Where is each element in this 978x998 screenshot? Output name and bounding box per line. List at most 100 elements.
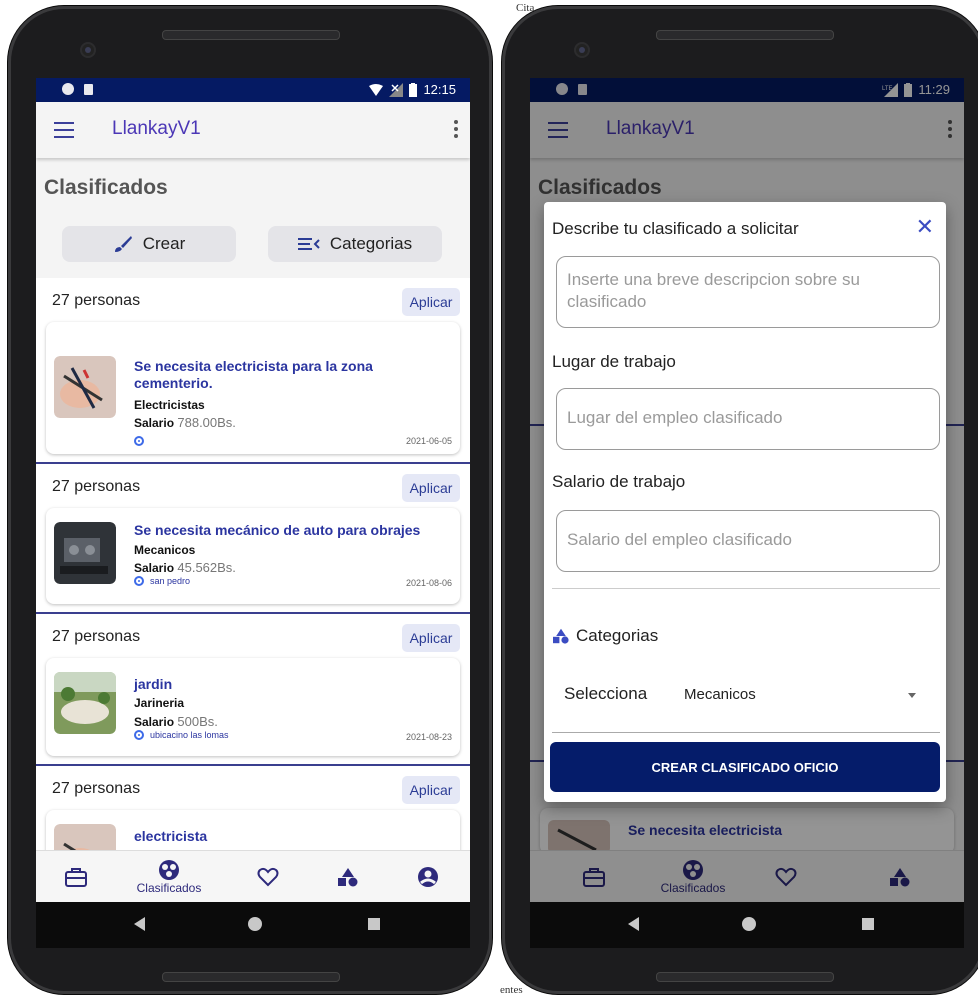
document-fragment-bottom: entes [500,984,523,996]
phone-right: LTE 11:29 LlankayV1 Clasificados Se nece… [502,6,978,994]
listing-image [54,522,116,584]
location-icon [134,436,144,446]
create-button[interactable]: Crear [62,226,236,262]
menu-icon[interactable] [54,122,74,138]
close-icon[interactable]: ✕ [916,214,934,240]
recent-apps-icon[interactable] [862,918,874,930]
notification-dot-icon [62,83,74,95]
listing-title: Se necesita mecánico de auto para obraje… [134,522,421,538]
listing-category: Electricistas [134,398,205,412]
phone-screen: LTE 11:29 LlankayV1 Clasificados Se nece… [530,78,964,902]
create-classified-dialog: Describe tu clasificado a solicitar ✕ In… [544,202,946,802]
nav-clasificados[interactable]: Clasificados [124,851,214,902]
people-count: 27 personas [52,780,141,797]
list-item: 27 personas Aplicar Se necesita mecánico… [36,464,470,614]
select-underline [552,732,940,733]
brush-icon [114,236,132,252]
nav-favorites[interactable] [248,851,288,902]
apply-button[interactable]: Aplicar [402,624,460,652]
location-text: san pedro [150,576,191,586]
listing-salary: Salario 788.00Bs. [134,415,236,430]
home-icon[interactable] [742,917,756,931]
categories-button[interactable]: Categorias [268,226,442,262]
listing-card[interactable]: jardin Jarineria Salario 500Bs. ubicacin… [46,658,460,756]
location-text: ubicacino las lomas [150,730,229,740]
people-count: 27 personas [52,628,141,645]
listing-card[interactable]: Se necesita mecánico de auto para obraje… [46,508,460,604]
shapes-icon [338,868,358,887]
system-navigation-bar [530,902,964,948]
categories-heading: Categorias [552,626,658,646]
account-circle-icon [418,867,438,887]
front-camera [574,42,590,58]
phone-screen: 12:15 LlankayV1 Clasificados Crear Categ… [36,78,470,902]
location-icon [134,730,144,740]
salary-label: Salario [134,416,175,430]
nav-jobs[interactable] [56,851,96,902]
create-button-label: Crear [142,234,186,253]
listing-category: Mecanicos [134,543,196,557]
bottom-navigation: Clasificados [36,850,470,902]
apply-button[interactable]: Aplicar [402,776,460,804]
wifi-icon [369,83,384,96]
more-options-icon[interactable] [454,120,458,141]
listing-salary: Salario 500Bs. [134,714,218,729]
categories-button-label: Categorias [329,234,413,253]
create-classified-button[interactable]: CREAR CLASIFICADO OFICIO [550,742,940,792]
apply-button[interactable]: Aplicar [402,474,460,502]
shapes-icon [553,628,569,644]
people-count: 27 personas [52,292,141,309]
listing-card[interactable]: Se necesita electricista para la zona ce… [46,322,460,454]
listings-list[interactable]: 27 personas Aplicar Se necesita electric… [36,278,470,854]
listing-image [54,672,116,734]
list-item: 27 personas Aplicar Se necesita electric… [36,278,470,464]
select-label: Selecciona [564,684,648,703]
list-item: 27 personas Aplicar jardin Jarineria Sal… [36,614,470,766]
apply-button[interactable]: Aplicar [402,288,460,316]
app-title: LlankayV1 [112,118,201,139]
listing-title: Se necesita electricista para la zona ce… [134,358,373,391]
listing-title: jardin [134,676,173,692]
description-input[interactable]: Inserte una breve descripcion sobre su c… [556,256,940,328]
chevron-down-icon[interactable] [908,693,916,698]
listing-title: electricista [134,828,208,844]
nav-clasificados-label: Clasificados [136,881,202,895]
listing-date: 2021-06-05 [405,436,452,446]
people-count: 27 personas [52,478,141,495]
page-title: Clasificados [44,176,168,199]
status-bar: 12:15 [36,78,470,102]
sort-list-icon [297,238,320,250]
listing-date: 2021-08-23 [405,732,452,742]
salary-label: Salario de trabajo [552,472,686,491]
salary-value: 788.00Bs. [177,415,236,430]
dialog-title: Describe tu clasificado a solicitar [552,219,799,238]
sd-card-icon [84,83,93,95]
salary-input[interactable]: Salario del empleo clasificado [556,510,940,572]
top-speaker [656,30,834,40]
nav-profile[interactable] [408,851,448,902]
recent-apps-icon[interactable] [368,918,380,930]
battery-icon [409,82,418,97]
app-bar: LlankayV1 [36,102,470,158]
back-icon[interactable] [628,917,639,931]
back-icon[interactable] [134,917,145,931]
listing-card[interactable]: electricista [46,810,460,854]
home-icon[interactable] [248,917,262,931]
workplace-input[interactable]: Lugar del empleo clasificado [556,388,940,450]
front-camera [80,42,96,58]
salary-label: Salario [134,715,175,729]
listing-image [54,356,116,418]
bottom-speaker [656,972,834,982]
category-select-value[interactable]: Mecanicos [684,686,756,703]
workplace-label: Lugar de trabajo [552,352,676,371]
categories-circle-icon [159,860,179,880]
system-navigation-bar [36,902,470,948]
listing-salary: Salario 45.562Bs. [134,560,236,575]
salary-value: 500Bs. [177,714,218,729]
list-item: 27 personas Aplicar electricista [36,766,470,854]
dialog-divider [552,588,940,589]
nav-categories[interactable] [328,851,368,902]
phone-left: 12:15 LlankayV1 Clasificados Crear Categ… [8,6,492,994]
location-icon [134,576,144,586]
status-time: 12:15 [423,82,456,97]
